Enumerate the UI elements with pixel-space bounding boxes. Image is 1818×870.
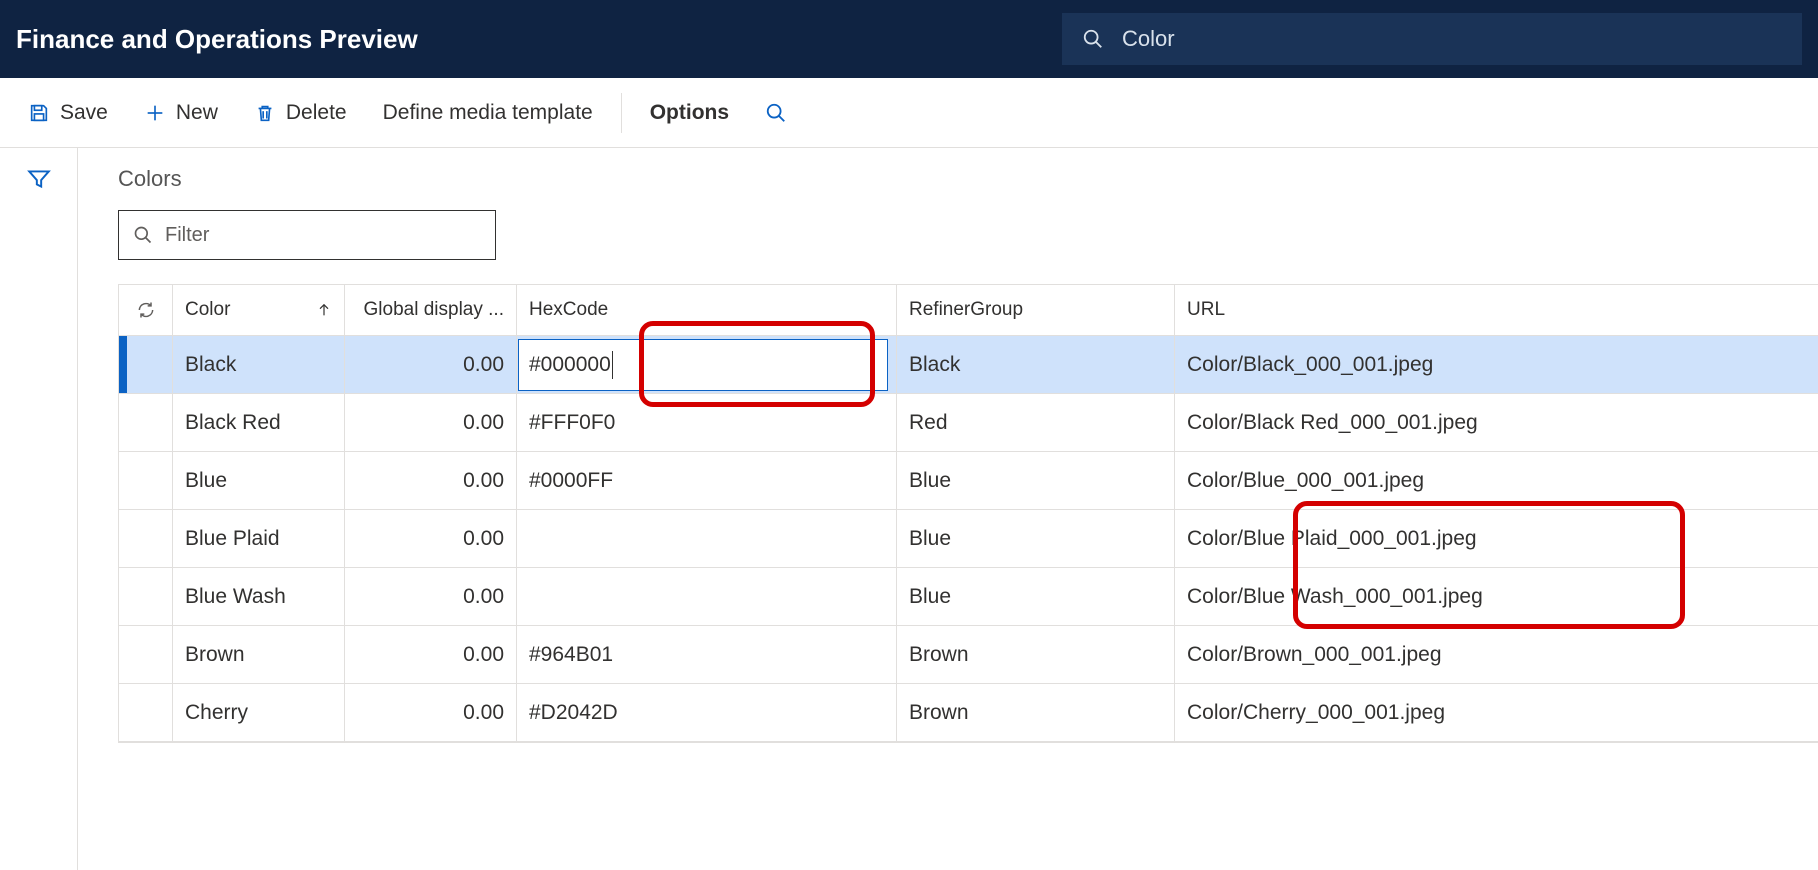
app-title: Finance and Operations Preview	[16, 24, 418, 55]
cell-hex[interactable]	[517, 510, 897, 567]
main-content: Colors Filter Color Global disp	[78, 148, 1818, 870]
cell-hex[interactable]: #0000FF	[517, 452, 897, 509]
cell-url[interactable]: Color/Black Red_000_001.jpeg	[1175, 394, 1818, 451]
table-row[interactable]: Blue Wash0.00 BlueColor/Blue Wash_000_001…	[119, 568, 1818, 626]
column-header-global[interactable]: Global display ...	[345, 285, 517, 335]
table-row[interactable]: Blue Plaid0.00 BlueColor/Blue Plaid_000_0…	[119, 510, 1818, 568]
cell-global[interactable]: 0.00	[345, 394, 517, 451]
cell-refiner[interactable]: Brown	[897, 684, 1175, 741]
section-title: Colors	[118, 166, 1818, 192]
app-header: Finance and Operations Preview Color	[0, 0, 1818, 78]
delete-label: Delete	[286, 101, 347, 125]
trash-icon	[254, 102, 276, 124]
save-button[interactable]: Save	[14, 93, 122, 133]
cell-color[interactable]: Blue	[173, 452, 345, 509]
search-icon	[133, 225, 153, 245]
cell-url[interactable]: Color/Cherry_000_001.jpeg	[1175, 684, 1818, 741]
table-row[interactable]: Black Red0.00#FFF0F0RedColor/Black Red_0…	[119, 394, 1818, 452]
row-marker[interactable]	[119, 626, 173, 683]
grid-body: Black0.00#000000BlackColor/Black_000_001…	[119, 336, 1818, 742]
cell-global[interactable]: 0.00	[345, 336, 517, 393]
search-value: Color	[1122, 26, 1175, 52]
options-label: Options	[650, 101, 729, 125]
grid-header: Color Global display ... HexCode Refiner…	[119, 285, 1818, 336]
cell-color[interactable]: Brown	[173, 626, 345, 683]
table-row[interactable]: Cherry0.00#D2042DBrownColor/Cherry_000_0…	[119, 684, 1818, 742]
filter-input[interactable]: Filter	[118, 210, 496, 260]
cell-url[interactable]: Color/Blue Wash_000_001.jpeg	[1175, 568, 1818, 625]
filter-pane-button[interactable]	[26, 166, 52, 870]
table-row[interactable]: Blue0.00#0000FFBlueColor/Blue_000_001.jp…	[119, 452, 1818, 510]
cell-color[interactable]: Blue Wash	[173, 568, 345, 625]
row-marker[interactable]	[119, 336, 173, 393]
data-grid: Color Global display ... HexCode Refiner…	[118, 284, 1818, 743]
column-header-refiner[interactable]: RefinerGroup	[897, 285, 1175, 335]
column-header-color[interactable]: Color	[173, 285, 345, 335]
cell-hex[interactable]: #000000	[517, 336, 897, 393]
left-rail	[0, 148, 78, 870]
hex-input[interactable]: #000000	[518, 339, 888, 391]
cell-hex[interactable]: #FFF0F0	[517, 394, 897, 451]
cell-refiner[interactable]: Black	[897, 336, 1175, 393]
new-button[interactable]: New	[130, 93, 232, 133]
text-cursor	[612, 351, 613, 379]
table-row[interactable]: Brown0.00#964B01BrownColor/Brown_000_001…	[119, 626, 1818, 684]
define-media-label: Define media template	[383, 101, 593, 125]
delete-button[interactable]: Delete	[240, 93, 361, 133]
search-icon	[1082, 28, 1104, 50]
cell-global[interactable]: 0.00	[345, 626, 517, 683]
cell-hex[interactable]: #964B01	[517, 626, 897, 683]
define-media-button[interactable]: Define media template	[369, 93, 607, 133]
cell-color[interactable]: Black Red	[173, 394, 345, 451]
filter-placeholder: Filter	[165, 224, 209, 247]
cell-hex[interactable]	[517, 568, 897, 625]
cell-refiner[interactable]: Red	[897, 394, 1175, 451]
row-marker[interactable]	[119, 684, 173, 741]
cell-url[interactable]: Color/Brown_000_001.jpeg	[1175, 626, 1818, 683]
refresh-button[interactable]	[119, 285, 173, 335]
cell-hex[interactable]: #D2042D	[517, 684, 897, 741]
new-label: New	[176, 101, 218, 125]
body-area: Colors Filter Color Global disp	[0, 148, 1818, 870]
cell-color[interactable]: Blue Plaid	[173, 510, 345, 567]
table-row[interactable]: Black0.00#000000BlackColor/Black_000_001…	[119, 336, 1818, 394]
row-marker[interactable]	[119, 510, 173, 567]
cell-url[interactable]: Color/Black_000_001.jpeg	[1175, 336, 1818, 393]
cell-refiner[interactable]: Blue	[897, 510, 1175, 567]
row-marker[interactable]	[119, 394, 173, 451]
action-toolbar: Save New Delete Define media template Op…	[0, 78, 1818, 148]
column-header-hex[interactable]: HexCode	[517, 285, 897, 335]
toolbar-search-button[interactable]	[751, 94, 801, 132]
cell-url[interactable]: Color/Blue_000_001.jpeg	[1175, 452, 1818, 509]
global-search[interactable]: Color	[1062, 13, 1802, 65]
column-header-url[interactable]: URL	[1175, 285, 1818, 335]
save-icon	[28, 102, 50, 124]
cell-refiner[interactable]: Blue	[897, 452, 1175, 509]
search-icon	[765, 102, 787, 124]
cell-refiner[interactable]: Blue	[897, 568, 1175, 625]
cell-color[interactable]: Black	[173, 336, 345, 393]
cell-global[interactable]: 0.00	[345, 684, 517, 741]
options-button[interactable]: Options	[636, 93, 743, 133]
cell-color[interactable]: Cherry	[173, 684, 345, 741]
row-marker[interactable]	[119, 452, 173, 509]
cell-url[interactable]: Color/Blue Plaid_000_001.jpeg	[1175, 510, 1818, 567]
selection-indicator	[119, 336, 127, 393]
sort-asc-icon	[316, 302, 332, 318]
row-marker[interactable]	[119, 568, 173, 625]
plus-icon	[144, 102, 166, 124]
toolbar-separator	[621, 93, 622, 133]
save-label: Save	[60, 101, 108, 125]
cell-refiner[interactable]: Brown	[897, 626, 1175, 683]
cell-global[interactable]: 0.00	[345, 510, 517, 567]
cell-global[interactable]: 0.00	[345, 568, 517, 625]
cell-global[interactable]: 0.00	[345, 452, 517, 509]
